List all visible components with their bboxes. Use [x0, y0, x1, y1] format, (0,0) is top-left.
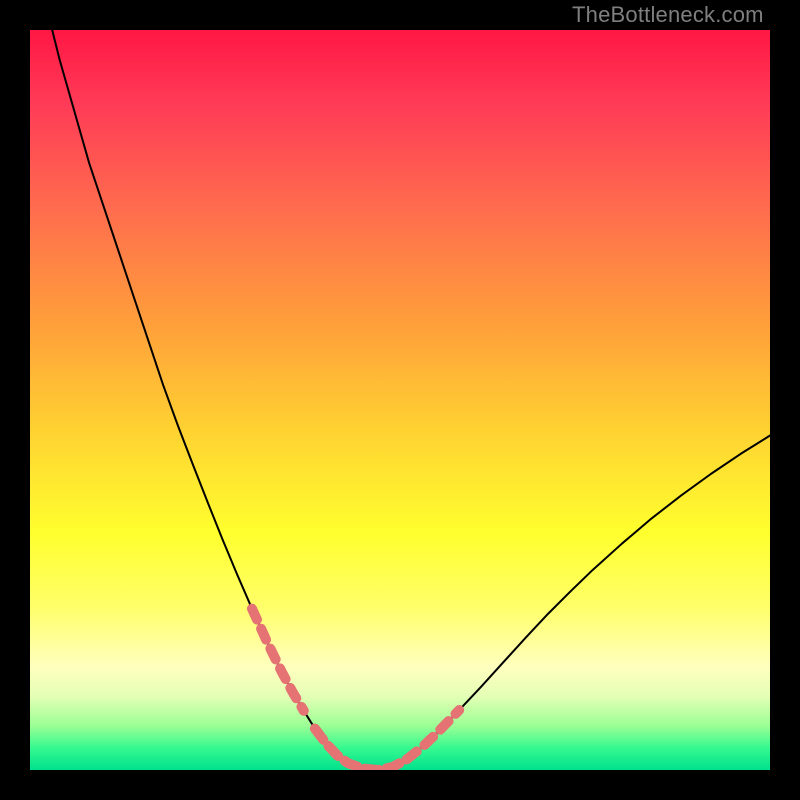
chart-container: TheBottleneck.com [0, 0, 800, 800]
highlight-left [252, 609, 304, 711]
highlight-floor [315, 729, 408, 770]
highlight-right [407, 710, 459, 759]
bottleneck-curve [52, 30, 770, 770]
plot-area [30, 30, 770, 770]
curve-layer [30, 30, 770, 770]
watermark-text: TheBottleneck.com [572, 2, 764, 28]
